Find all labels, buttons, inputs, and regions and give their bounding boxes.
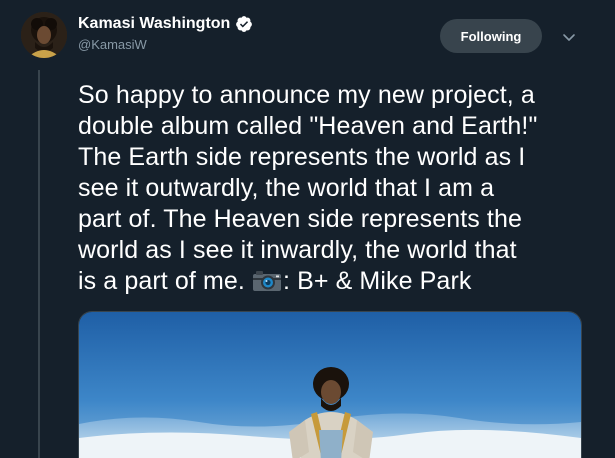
tweet-text-line: part of. The Heaven side represents the bbox=[78, 205, 522, 233]
tweet-text-line-last: is a part of me. : B+ & Mike Park bbox=[78, 266, 598, 297]
camera-icon bbox=[253, 271, 281, 291]
verified-badge-icon bbox=[236, 16, 253, 32]
tweet-text-line: The Earth side represents the world as I bbox=[78, 143, 526, 171]
tweet-text-line: world as I see it inwardly, the world th… bbox=[78, 236, 517, 264]
tweet-text-line: see it outwardly, the world that I am a bbox=[78, 174, 495, 202]
tweet-card: Kamasi Washington @KamasiW Following So … bbox=[0, 0, 615, 458]
avatar[interactable] bbox=[21, 12, 67, 58]
user-handle[interactable]: @KamasiW bbox=[78, 37, 147, 53]
name-row: Kamasi Washington bbox=[78, 14, 253, 34]
chevron-down-icon[interactable] bbox=[560, 28, 578, 46]
tweet-text-line: double album called "Heaven and Earth!" bbox=[78, 112, 538, 140]
display-name[interactable]: Kamasi Washington bbox=[78, 14, 230, 34]
tweet-text: So happy to announce my new project, a d… bbox=[78, 80, 598, 297]
following-button[interactable]: Following bbox=[440, 19, 542, 53]
thread-line bbox=[38, 70, 40, 458]
tweet-text-segment: is a part of me. bbox=[78, 267, 245, 295]
tweet-text-segment: : B+ & Mike Park bbox=[283, 267, 472, 295]
album-photo[interactable] bbox=[78, 311, 582, 458]
tweet-text-line: So happy to announce my new project, a bbox=[78, 81, 535, 109]
